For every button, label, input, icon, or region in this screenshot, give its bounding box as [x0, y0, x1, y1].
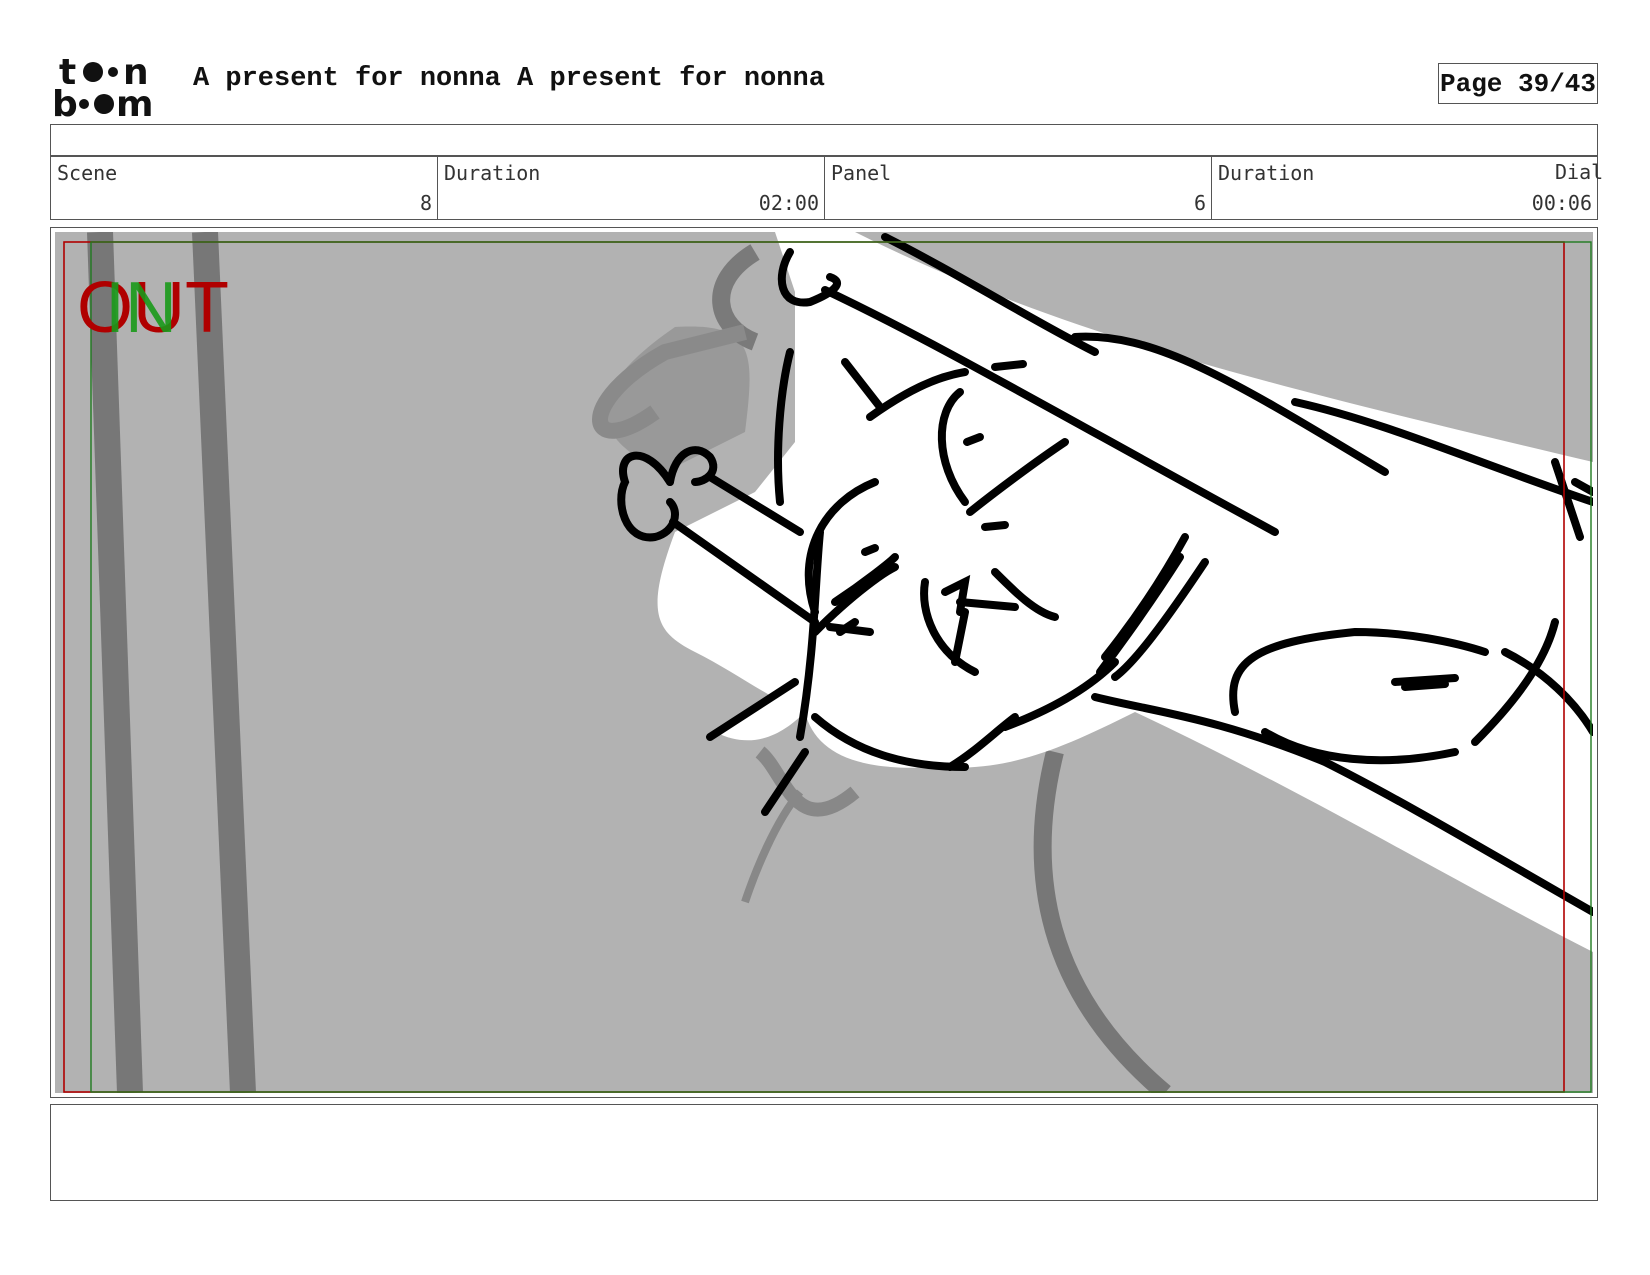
sequence-strip — [50, 124, 1598, 156]
scene-cell: Scene 8 — [50, 156, 437, 220]
panel-duration-cell: Duration 00:06 — [1211, 156, 1598, 220]
scene-label: Scene — [57, 161, 118, 185]
panel-duration-value: 00:06 — [1531, 191, 1592, 215]
panel-value: 6 — [1193, 191, 1206, 215]
in-marker: IN — [105, 268, 177, 348]
panel-cell: Panel 6 — [824, 156, 1211, 220]
panel-label: Panel — [831, 161, 892, 185]
svg-text:m: m — [116, 84, 154, 120]
svg-text:b: b — [52, 84, 78, 120]
panel-info-row: Scene 8 Duration 02:00 Panel 6 Duration … — [50, 156, 1648, 221]
panel-sketch: OUT IN — [55, 232, 1593, 1093]
project-title: A present for nonna A present for nonna — [193, 64, 825, 94]
scene-duration-value: 02:00 — [758, 191, 819, 215]
toon-boom-logo: t n b m — [52, 52, 154, 120]
storyboard-panel: OUT IN — [50, 227, 1598, 1098]
scene-value: 8 — [419, 191, 432, 215]
scene-duration-label: Duration — [444, 161, 541, 185]
page-number: Page 39/43 — [1438, 63, 1598, 104]
dialog-label: Dial — [1555, 160, 1604, 184]
panel-duration-label: Duration — [1218, 161, 1315, 185]
panel-notes — [50, 1104, 1598, 1201]
scene-duration-cell: Duration 02:00 — [437, 156, 824, 220]
